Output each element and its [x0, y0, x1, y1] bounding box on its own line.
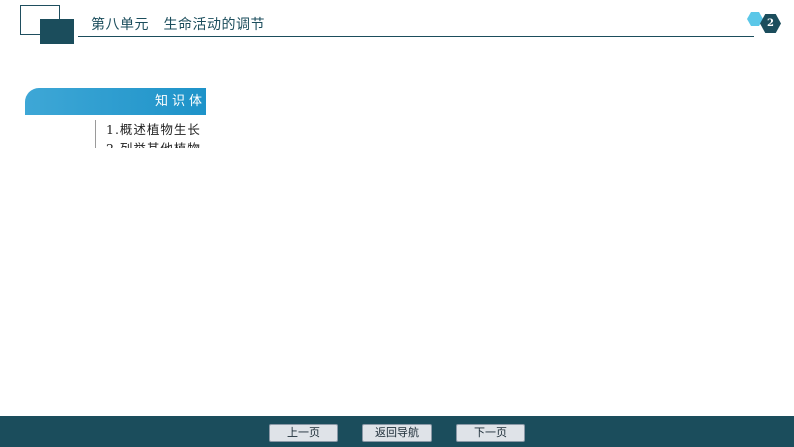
header-divider [78, 36, 754, 37]
back-to-nav-button[interactable]: 返回导航 [362, 424, 432, 442]
unit-title: 第八单元 生命活动的调节 [91, 17, 265, 33]
content-list: 1.概述植物生长 2.列举其他植物 [95, 120, 207, 148]
section-banner-label: 知识体 [154, 94, 206, 109]
prev-page-button[interactable]: 上一页 [269, 424, 338, 442]
page-number-badge: 2 [760, 14, 781, 33]
content-line: 1.概述植物生长 [106, 122, 201, 137]
section-banner: 知识体 [25, 88, 206, 115]
footer-nav-bar: 上一页 返回导航 下一页 [0, 416, 794, 447]
content-line: 2.列举其他植物 [96, 139, 207, 148]
slide: 第八单元 生命活动的调节 2 知识体 1.概述植物生长 2.列举其他植物 上一页… [0, 0, 794, 447]
next-page-button[interactable]: 下一页 [456, 424, 525, 442]
logo-filled-square [40, 19, 74, 44]
